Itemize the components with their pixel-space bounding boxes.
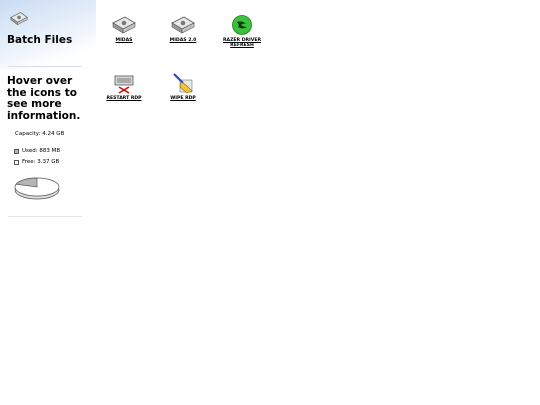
used-space-legend: Used: 883 MB (14, 148, 60, 155)
broom-icon (173, 73, 193, 94)
file-item-midas-2[interactable]: MIDAS 2.0 (161, 14, 205, 43)
file-item-wipe-rdp[interactable]: WIPE RDP (161, 72, 205, 101)
file-item-midas[interactable]: MIDAS (102, 14, 146, 43)
file-label[interactable]: RESTART RDP (102, 96, 146, 101)
batch-file-gear-icon (112, 16, 136, 34)
hover-hint-text: Hover over the icons to see more informa… (7, 75, 81, 122)
divider (8, 66, 82, 67)
free-space-legend: Free: 3.37 GB (14, 159, 59, 166)
file-label[interactable]: RAZER DRIVER REFRESH (220, 38, 264, 48)
file-label[interactable]: MIDAS (102, 38, 146, 43)
restart-rdp-icon (114, 75, 134, 94)
used-swatch (14, 149, 19, 154)
divider (8, 216, 82, 217)
free-swatch (14, 160, 19, 165)
disk-usage-pie (14, 177, 60, 200)
batch-file-folder-icon (10, 12, 28, 26)
folder-title: Batch Files (7, 34, 73, 46)
razer-logo-icon (232, 15, 252, 35)
used-space-label: Used: 883 MB (22, 148, 61, 154)
batch-file-gear-icon (171, 16, 195, 34)
capacity-label: Capacity: 4.24 GB (15, 131, 65, 137)
file-label[interactable]: MIDAS 2.0 (161, 38, 205, 43)
file-item-razer-driver-refresh[interactable]: RAZER DRIVER REFRESH (220, 14, 264, 48)
free-space-label: Free: 3.37 GB (22, 159, 60, 165)
file-item-restart-rdp[interactable]: RESTART RDP (102, 72, 146, 101)
folder-info-panel: Batch Files Hover over the icons to see … (0, 0, 96, 405)
file-label[interactable]: WIPE RDP (161, 96, 205, 101)
